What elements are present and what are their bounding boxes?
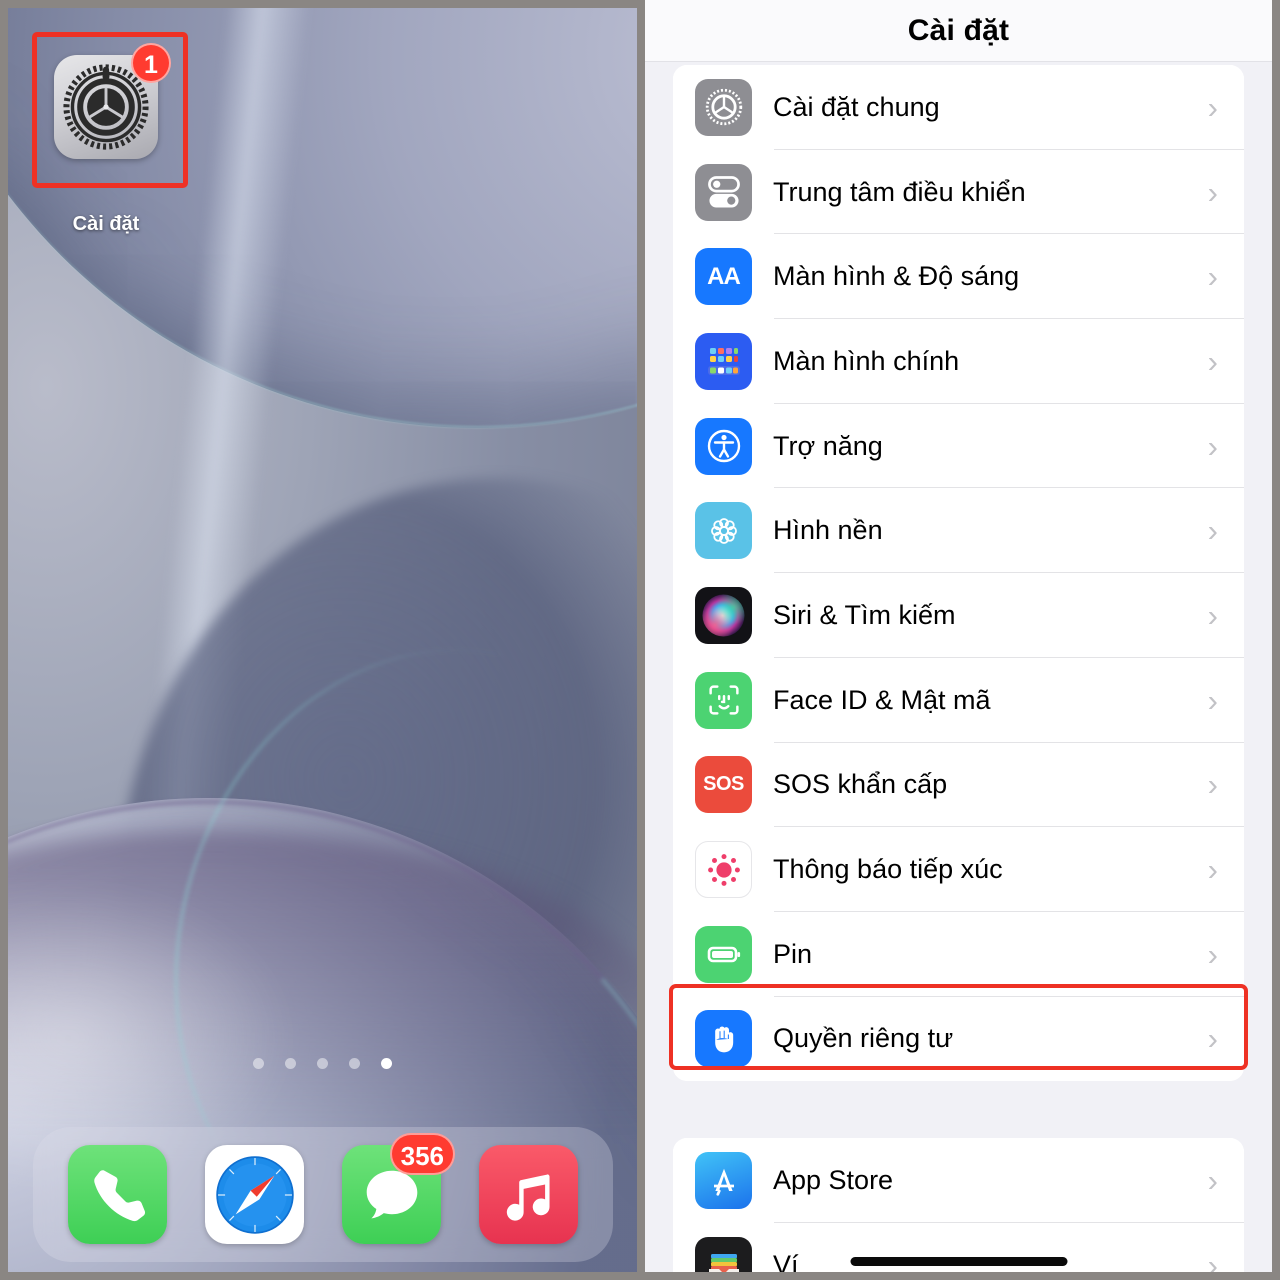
iphone-home-screen: 1 Cài đặt 356: [8, 8, 637, 1272]
chevron-right-icon: ›: [1207, 597, 1218, 633]
face-id-icon: [695, 671, 752, 729]
settings-row-label: App Store: [773, 1165, 894, 1196]
chevron-right-icon: ›: [1207, 1021, 1218, 1057]
settings-group-main: Cài đặt chung › Trung tâm điều khiển › A…: [673, 65, 1244, 1082]
settings-row-face-id[interactable]: Face ID & Mật mã ›: [673, 657, 1244, 743]
aa-glyph: AA: [707, 262, 741, 290]
chevron-right-icon: ›: [1207, 936, 1218, 972]
wallpaper: [8, 8, 637, 1272]
exposure-notification-icon: [695, 841, 752, 899]
chevron-right-icon: ›: [1207, 428, 1218, 464]
settings-app-badge: 1: [131, 43, 171, 83]
settings-row-label: Hình nền: [773, 515, 883, 546]
settings-row-control-center[interactable]: Trung tâm điều khiển ›: [673, 149, 1244, 235]
dock: 356: [33, 1127, 613, 1262]
page-dot[interactable]: [317, 1058, 328, 1069]
settings-app-label: Cài đặt: [72, 213, 140, 235]
control-center-icon: [695, 163, 752, 221]
settings-row-battery[interactable]: Pin ›: [673, 911, 1244, 997]
settings-row-home-screen[interactable]: Màn hình chính ›: [673, 319, 1244, 404]
settings-row-label: Trung tâm điều khiển: [773, 176, 1026, 207]
chevron-right-icon: ›: [1207, 513, 1218, 549]
home-indicator: [850, 1257, 1067, 1266]
page-dot[interactable]: [253, 1058, 264, 1069]
settings-row-label: Màn hình & Độ sáng: [773, 261, 1020, 292]
wallpaper-icon: [695, 502, 752, 560]
chevron-right-icon: ›: [1207, 259, 1218, 295]
accessibility-icon: [695, 417, 752, 475]
music-icon[interactable]: [479, 1145, 578, 1244]
sos-icon: SOS: [695, 756, 752, 814]
settings-row-label: Face ID & Mật mã: [773, 684, 991, 715]
page-dot[interactable]: [285, 1058, 296, 1069]
settings-app-panel: Cài đặt Cài đặt chung › Trung tâm điều k…: [645, 0, 1272, 1272]
chevron-right-icon: ›: [1207, 852, 1218, 888]
settings-row-display-brightness[interactable]: AA Màn hình & Độ sáng ›: [673, 234, 1244, 320]
settings-group-stores: App Store › Ví ›: [673, 1138, 1244, 1272]
settings-row-siri-search[interactable]: Siri & Tìm kiếm ›: [673, 573, 1244, 658]
page-dots[interactable]: [8, 1058, 637, 1069]
settings-row-label: Thông báo tiếp xúc: [773, 854, 1003, 885]
chevron-right-icon: ›: [1207, 89, 1218, 125]
settings-row-label: Màn hình chính: [773, 345, 960, 376]
chevron-right-icon: ›: [1207, 174, 1218, 210]
privacy-hand-icon: [695, 1010, 752, 1068]
sos-glyph: SOS: [703, 773, 744, 796]
siri-icon: [695, 586, 752, 644]
safari-icon[interactable]: [205, 1145, 304, 1244]
chevron-right-icon: ›: [1207, 682, 1218, 718]
app-store-icon: [695, 1152, 752, 1210]
page-dot-active[interactable]: [381, 1058, 392, 1069]
settings-row-label: Siri & Tìm kiếm: [773, 599, 956, 630]
chevron-right-icon: ›: [1207, 343, 1218, 379]
gear-icon: [695, 78, 752, 136]
settings-row-general[interactable]: Cài đặt chung ›: [673, 65, 1244, 150]
wallet-icon: [695, 1236, 752, 1272]
display-brightness-icon: AA: [695, 248, 752, 306]
chevron-right-icon: ›: [1207, 767, 1218, 803]
messages-badge: 356: [389, 1133, 455, 1175]
settings-row-exposure-notifications[interactable]: Thông báo tiếp xúc ›: [673, 827, 1244, 912]
settings-row-privacy[interactable]: Quyền riêng tư ›: [673, 996, 1244, 1082]
settings-row-label: Pin: [773, 938, 813, 969]
chevron-right-icon: ›: [1207, 1163, 1218, 1199]
chevron-right-icon: ›: [1207, 1247, 1218, 1272]
home-screen-icon: [695, 332, 752, 390]
settings-row-accessibility[interactable]: Trợ năng ›: [673, 403, 1244, 489]
settings-row-app-store[interactable]: App Store ›: [673, 1138, 1244, 1223]
settings-row-emergency-sos[interactable]: SOS SOS khẩn cấp ›: [673, 742, 1244, 828]
settings-row-label: Trợ năng: [773, 430, 883, 461]
settings-row-wallpaper[interactable]: Hình nền ›: [673, 488, 1244, 574]
settings-row-label: Quyền riêng tư: [773, 1023, 954, 1054]
settings-row-label: Cài đặt chung: [773, 91, 940, 122]
settings-app-icon-container[interactable]: 1 Cài đặt: [54, 43, 171, 235]
settings-row-label: SOS khẩn cấp: [773, 769, 948, 800]
messages-icon[interactable]: 356: [342, 1133, 455, 1244]
screenshot-root: 1 Cài đặt 356 Cài đặt Cài đặt chung › Tr…: [0, 0, 1280, 1280]
battery-icon: [695, 925, 752, 983]
phone-icon[interactable]: [68, 1145, 167, 1244]
page-dot[interactable]: [349, 1058, 360, 1069]
page-title: Cài đặt: [907, 13, 1010, 47]
settings-nav-bar: Cài đặt: [645, 0, 1272, 62]
